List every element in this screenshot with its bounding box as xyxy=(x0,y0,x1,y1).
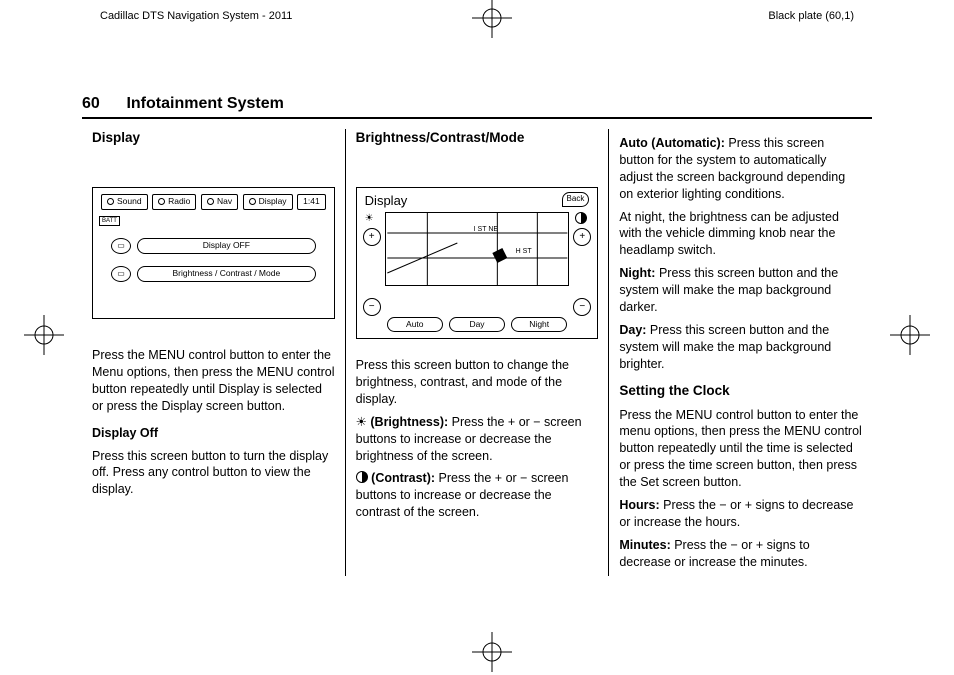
mode-day: Day xyxy=(449,317,505,332)
contrast-plus: + xyxy=(573,228,591,246)
clock-intro: Press the MENU control button to enter t… xyxy=(619,407,862,491)
contrast-minus: − xyxy=(573,298,591,316)
display-intro-text: Press the MENU control button to enter t… xyxy=(92,347,335,415)
display-off-button: Display OFF xyxy=(137,238,316,254)
bcm-intro: Press this screen button to change the b… xyxy=(356,357,599,408)
back-button: Back xyxy=(562,192,590,207)
bcm-icon: ▭ xyxy=(111,266,131,282)
heading-display-off: Display Off xyxy=(92,425,335,442)
tab-nav: Nav xyxy=(201,194,238,209)
column-2: Brightness/Contrast/Mode Display Back + … xyxy=(345,129,609,576)
tab-sound: Sound xyxy=(101,194,148,209)
section-heading: 60 Infotainment System xyxy=(82,95,872,119)
screen-title: Display xyxy=(365,192,408,210)
header-left: Cadillac DTS Navigation System - 2011 xyxy=(100,10,292,22)
night-adjust-para: At night, the brightness can be adjusted… xyxy=(619,209,862,260)
display-menu-screenshot: Sound Radio Nav Display 1:41 BATT ▭ Disp… xyxy=(92,187,335,319)
page-number: 60 xyxy=(82,95,122,113)
tab-display: Display xyxy=(243,194,293,209)
auto-para: Auto (Automatic): Press this screen butt… xyxy=(619,135,862,203)
display-off-text: Press this screen button to turn the dis… xyxy=(92,448,335,499)
sun-icon xyxy=(356,415,367,429)
column-1: Display Sound Radio Nav Display 1:41 BAT… xyxy=(82,129,345,576)
contrast-para: (Contrast): Press the + or − screen butt… xyxy=(356,470,599,521)
column-3: Auto (Automatic): Press this screen butt… xyxy=(608,129,872,576)
night-para: Night: Press this screen button and the … xyxy=(619,265,862,316)
running-header: Cadillac DTS Navigation System - 2011 Bl… xyxy=(82,10,872,40)
brightness-plus: + xyxy=(363,228,381,246)
tab-radio: Radio xyxy=(152,194,196,209)
tab-time: 1:41 xyxy=(297,194,326,209)
header-right: Black plate (60,1) xyxy=(768,10,854,22)
content-columns: Display Sound Radio Nav Display 1:41 BAT… xyxy=(82,129,872,576)
heading-clock: Setting the Clock xyxy=(619,382,862,400)
map-label-1: I ST NE xyxy=(474,225,498,234)
hours-para: Hours: Press the − or + signs to decreas… xyxy=(619,497,862,531)
contrast-icon xyxy=(575,212,587,224)
crop-cross-left xyxy=(24,315,64,358)
brightness-contrast-button: Brightness / Contrast / Mode xyxy=(137,266,316,282)
crop-cross-right xyxy=(890,315,930,358)
heading-display: Display xyxy=(92,129,335,147)
display-off-icon: ▭ xyxy=(111,238,131,254)
mode-auto: Auto xyxy=(387,317,443,332)
bcm-screenshot: Display Back + − + − xyxy=(356,187,599,339)
day-para: Day: Press this screen button and the sy… xyxy=(619,322,862,373)
mode-night: Night xyxy=(511,317,567,332)
heading-bcm: Brightness/Contrast/Mode xyxy=(356,129,599,147)
contrast-glyph xyxy=(356,471,368,483)
crop-cross-bottom xyxy=(472,632,512,675)
brightness-icon xyxy=(365,212,374,226)
map-label-2: H ST xyxy=(516,247,532,256)
page: Cadillac DTS Navigation System - 2011 Bl… xyxy=(82,10,872,650)
battery-icon: BATT xyxy=(99,216,120,226)
brightness-para: (Brightness): Press the + or − screen bu… xyxy=(356,414,599,465)
brightness-minus: − xyxy=(363,298,381,316)
map-preview: I ST NE H ST xyxy=(385,212,570,286)
minutes-para: Minutes: Press the − or + signs to decre… xyxy=(619,537,862,571)
section-title: Infotainment System xyxy=(126,95,283,112)
